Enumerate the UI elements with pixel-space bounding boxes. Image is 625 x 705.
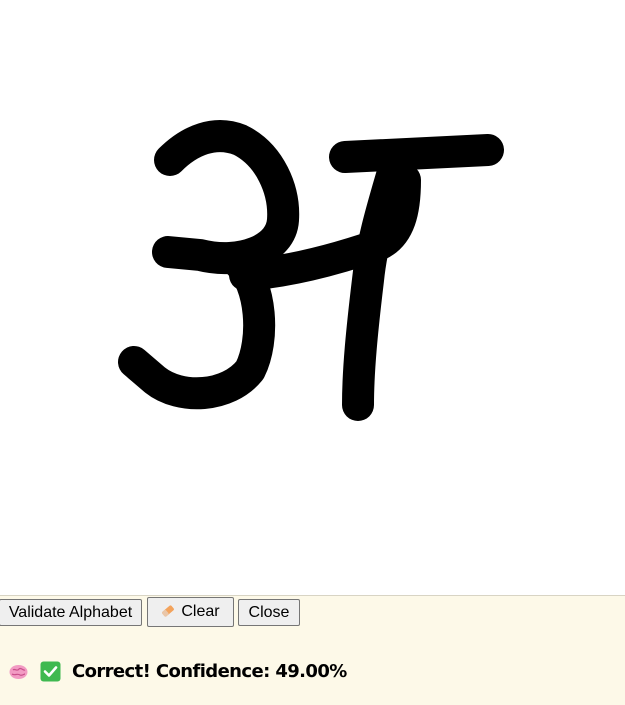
toolbar: Validate Alphabet Clear Close <box>0 595 625 627</box>
eraser-icon <box>162 605 175 617</box>
stroke-upper-curve <box>152 120 300 275</box>
result-message: Correct! Confidence: 49.00% <box>8 658 347 684</box>
clear-button-label: Clear <box>181 603 220 620</box>
stroke-vertical <box>342 149 411 421</box>
drawing-canvas[interactable] <box>0 0 625 595</box>
close-button[interactable]: Close <box>238 599 300 626</box>
result-text: Correct! Confidence: 49.00% <box>72 660 347 682</box>
brain-icon <box>9 664 28 679</box>
stroke-top-bar <box>329 134 504 173</box>
validate-alphabet-button[interactable]: Validate Alphabet <box>0 599 142 626</box>
handwriting-strokes <box>118 120 504 421</box>
check-mark-icon <box>40 661 61 681</box>
clear-button[interactable]: Clear <box>147 597 234 627</box>
